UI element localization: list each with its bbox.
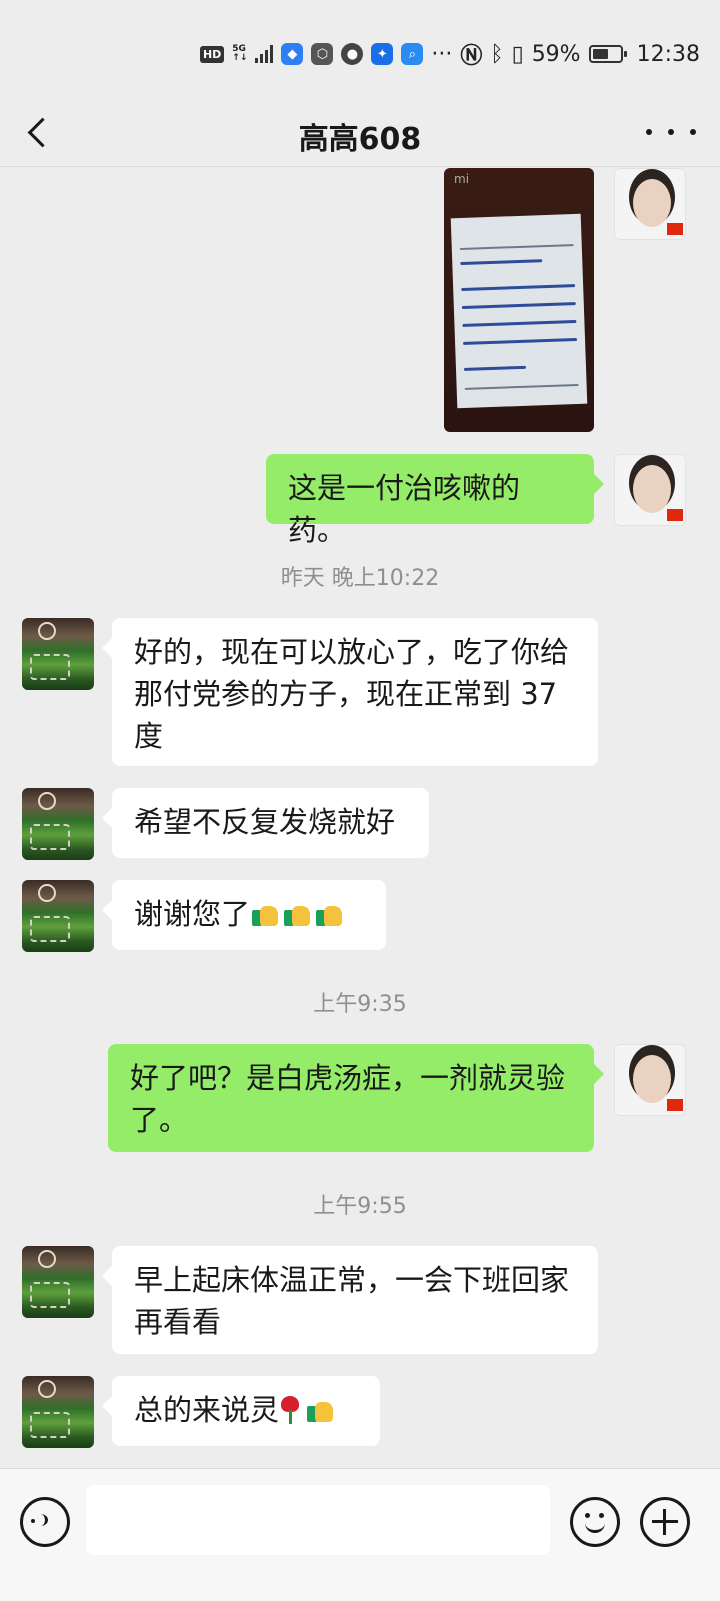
my-avatar[interactable]	[614, 1044, 686, 1116]
chat-title: 高高608	[298, 122, 422, 157]
friend-avatar[interactable]	[22, 1376, 94, 1448]
message-text: 谢谢您了	[134, 897, 251, 931]
bluetooth-icon: ᛒ	[490, 41, 504, 67]
timestamp: 上午9:55	[313, 1194, 407, 1219]
signal-icon	[255, 45, 274, 63]
my-avatar[interactable]	[614, 454, 686, 526]
thumbs-up-icon	[250, 898, 280, 928]
battery-percent: 59%	[531, 41, 581, 67]
thumbs-up-icon	[305, 1394, 335, 1424]
image-message[interactable]: mi	[444, 168, 594, 432]
sphere-app-icon: ●	[341, 43, 364, 65]
shield-app-icon: ◆	[281, 43, 304, 65]
hexagon-app-icon: ⬡	[311, 43, 334, 65]
outgoing-message[interactable]: 好了吧？是白虎汤症，一剂就灵验了。	[108, 1044, 604, 1152]
friend-avatar[interactable]	[22, 1246, 94, 1318]
status-bar: HD 5G ↑↓ ◆ ⬡ ● ✦ ⌕ ··· Ⓝ ᛒ ▯ 59% 12:38	[0, 0, 720, 100]
rose-icon	[279, 1394, 301, 1424]
chat-header: 高高608	[0, 100, 720, 167]
timestamp: 昨天 晚上10:22	[280, 566, 440, 591]
vibrate-icon: ▯	[511, 41, 524, 67]
prescription-photo	[450, 213, 588, 409]
search-app-icon: ⌕	[401, 43, 424, 65]
emoji-icon[interactable]	[570, 1497, 620, 1547]
voice-input-icon[interactable]	[20, 1497, 70, 1547]
hd-icon: HD	[199, 45, 225, 63]
more-notifications-icon: ···	[431, 41, 453, 67]
nfc-icon: Ⓝ	[460, 44, 483, 69]
status-icons: HD 5G ↑↓ ◆ ⬡ ● ✦ ⌕ ··· Ⓝ ᛒ ▯ 59% 12:38	[199, 36, 700, 72]
timestamp: 上午9:35	[313, 992, 407, 1017]
thumbs-up-icon	[282, 898, 312, 928]
add-icon[interactable]	[640, 1497, 690, 1547]
input-bar	[0, 1468, 720, 1601]
incoming-message[interactable]: 希望不反复发烧就好	[102, 788, 429, 858]
message-text: 总的来说灵	[134, 1393, 280, 1427]
friend-avatar[interactable]	[22, 788, 94, 860]
friend-avatar[interactable]	[22, 880, 94, 952]
battery-icon	[588, 45, 627, 63]
china-flag-icon	[667, 1099, 683, 1111]
bulb-app-icon: ✦	[371, 43, 394, 65]
thumbs-up-icon	[314, 898, 344, 928]
outgoing-message[interactable]: 这是一付治咳嗽的药。	[266, 454, 604, 547]
china-flag-icon	[667, 223, 683, 235]
china-flag-icon	[667, 509, 683, 521]
incoming-message[interactable]: 早上起床体温正常，一会下班回家再看看	[102, 1246, 598, 1354]
friend-avatar[interactable]	[22, 618, 94, 690]
incoming-message[interactable]: 谢谢您了	[102, 880, 386, 950]
my-avatar[interactable]	[614, 168, 686, 240]
message-input[interactable]	[86, 1485, 550, 1555]
clock: 12:38	[636, 41, 700, 67]
incoming-message[interactable]: 好的，现在可以放心了，吃了你给那付党参的方子，现在正常到 37 度	[102, 618, 598, 766]
network-type-icon: 5G ↑↓	[232, 44, 248, 63]
incoming-message[interactable]: 总的来说灵	[102, 1376, 380, 1446]
more-options-icon[interactable]	[646, 110, 696, 154]
phone-brand-mark: mi	[454, 172, 470, 186]
